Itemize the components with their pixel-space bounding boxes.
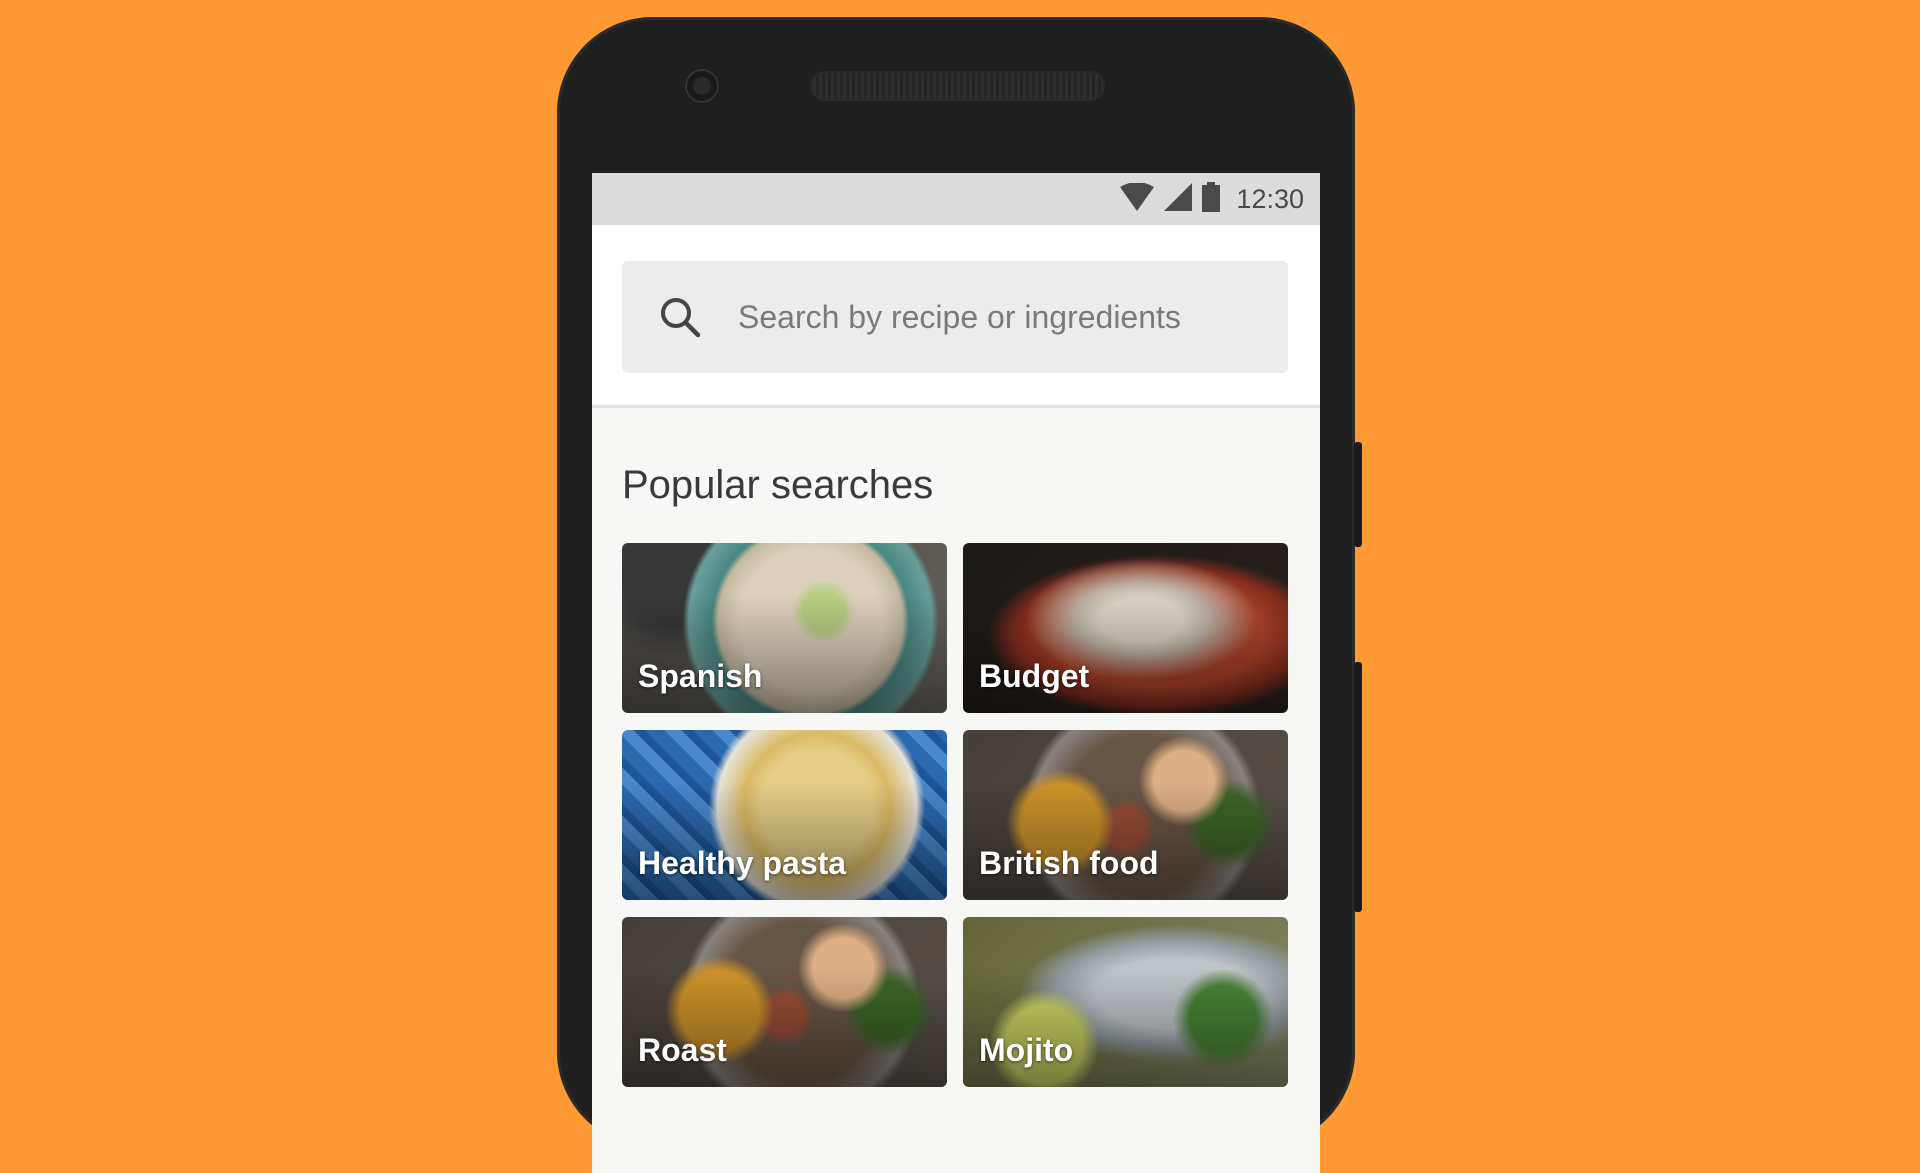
category-tile-british-food[interactable]: British food [963, 730, 1288, 900]
category-label: Roast [638, 1032, 727, 1068]
category-label: Spanish [638, 658, 763, 694]
category-label: British food [979, 845, 1159, 881]
popular-searches-title: Popular searches [622, 463, 934, 507]
category-label: Mojito [979, 1032, 1074, 1068]
search-input[interactable] [736, 297, 1280, 337]
status-bar: 12:30 [592, 173, 1320, 225]
search-header [592, 225, 1320, 408]
category-tile-roast[interactable]: Roast [622, 917, 947, 1087]
category-tile-spanish[interactable]: Spanish [622, 543, 947, 713]
earpiece-speaker [810, 71, 1105, 101]
battery-icon [1202, 181, 1221, 217]
wifi-icon [1120, 181, 1155, 216]
phone-screen: 12:30 Popular searches Spanish Budget [592, 173, 1320, 1173]
power-button [1354, 662, 1362, 912]
category-label: Healthy pasta [638, 845, 847, 881]
popular-searches-grid: Spanish Budget Healthy pasta British foo… [622, 543, 1288, 1087]
category-tile-mojito[interactable]: Mojito [963, 917, 1288, 1087]
phone-frame: 12:30 Popular searches Spanish Budget [557, 17, 1362, 1173]
front-camera [687, 71, 717, 101]
status-clock: 12:30 [1236, 183, 1304, 214]
signal-icon [1164, 182, 1193, 216]
volume-button [1354, 442, 1362, 547]
status-icons: 12:30 [1120, 181, 1304, 217]
category-tile-healthy-pasta[interactable]: Healthy pasta [622, 730, 947, 900]
category-tile-budget[interactable]: Budget [963, 543, 1288, 713]
category-label: Budget [979, 658, 1090, 694]
search-icon[interactable] [656, 293, 704, 341]
search-bar[interactable] [622, 261, 1288, 373]
